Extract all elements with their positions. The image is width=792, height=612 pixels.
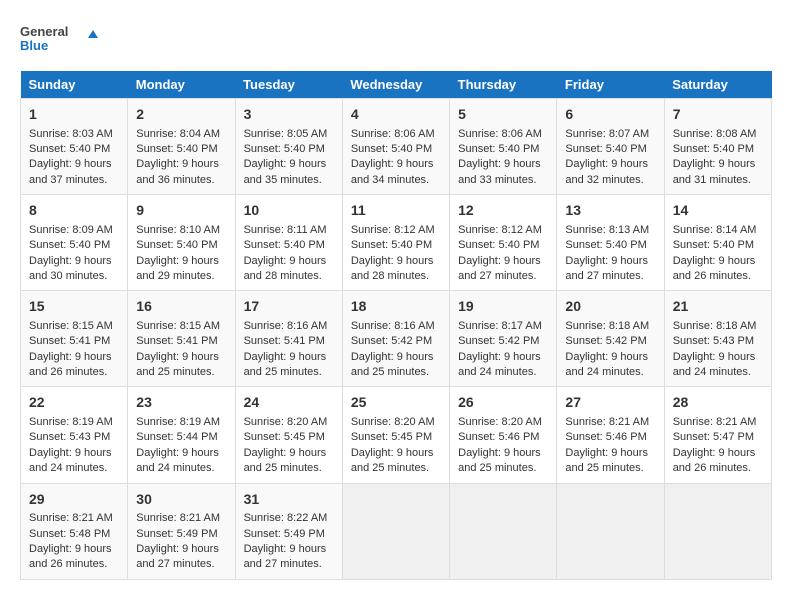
logo-icon: General Blue xyxy=(20,20,100,55)
day-number: 8 xyxy=(29,201,119,221)
calendar-cell: 18Sunrise: 8:16 AMSunset: 5:42 PMDayligh… xyxy=(342,291,449,387)
calendar-cell xyxy=(342,483,449,579)
calendar-cell: 17Sunrise: 8:16 AMSunset: 5:41 PMDayligh… xyxy=(235,291,342,387)
day-number: 15 xyxy=(29,297,119,317)
day-number: 29 xyxy=(29,490,119,510)
day-number: 13 xyxy=(565,201,655,221)
day-number: 9 xyxy=(136,201,226,221)
days-of-week-row: SundayMondayTuesdayWednesdayThursdayFrid… xyxy=(21,71,772,99)
calendar-cell: 30Sunrise: 8:21 AMSunset: 5:49 PMDayligh… xyxy=(128,483,235,579)
calendar-cell: 24Sunrise: 8:20 AMSunset: 5:45 PMDayligh… xyxy=(235,387,342,483)
day-number: 11 xyxy=(351,201,441,221)
calendar-header: SundayMondayTuesdayWednesdayThursdayFrid… xyxy=(21,71,772,99)
day-number: 10 xyxy=(244,201,334,221)
day-header-monday: Monday xyxy=(128,71,235,99)
day-number: 3 xyxy=(244,105,334,125)
day-number: 5 xyxy=(458,105,548,125)
page-header: General Blue General Blue xyxy=(20,20,772,55)
calendar-cell: 3Sunrise: 8:05 AMSunset: 5:40 PMDaylight… xyxy=(235,99,342,195)
calendar-cell: 29Sunrise: 8:21 AMSunset: 5:48 PMDayligh… xyxy=(21,483,128,579)
day-number: 7 xyxy=(673,105,763,125)
calendar-cell: 12Sunrise: 8:12 AMSunset: 5:40 PMDayligh… xyxy=(450,195,557,291)
calendar-cell: 26Sunrise: 8:20 AMSunset: 5:46 PMDayligh… xyxy=(450,387,557,483)
day-number: 12 xyxy=(458,201,548,221)
calendar-cell: 10Sunrise: 8:11 AMSunset: 5:40 PMDayligh… xyxy=(235,195,342,291)
calendar-week-4: 22Sunrise: 8:19 AMSunset: 5:43 PMDayligh… xyxy=(21,387,772,483)
day-number: 18 xyxy=(351,297,441,317)
calendar-cell: 13Sunrise: 8:13 AMSunset: 5:40 PMDayligh… xyxy=(557,195,664,291)
calendar-cell: 16Sunrise: 8:15 AMSunset: 5:41 PMDayligh… xyxy=(128,291,235,387)
logo: General Blue General Blue xyxy=(20,20,106,55)
calendar-cell: 14Sunrise: 8:14 AMSunset: 5:40 PMDayligh… xyxy=(664,195,771,291)
calendar-cell: 20Sunrise: 8:18 AMSunset: 5:42 PMDayligh… xyxy=(557,291,664,387)
calendar-cell: 28Sunrise: 8:21 AMSunset: 5:47 PMDayligh… xyxy=(664,387,771,483)
day-number: 30 xyxy=(136,490,226,510)
calendar-cell: 31Sunrise: 8:22 AMSunset: 5:49 PMDayligh… xyxy=(235,483,342,579)
calendar-cell: 7Sunrise: 8:08 AMSunset: 5:40 PMDaylight… xyxy=(664,99,771,195)
svg-text:Blue: Blue xyxy=(20,38,48,53)
calendar-week-3: 15Sunrise: 8:15 AMSunset: 5:41 PMDayligh… xyxy=(21,291,772,387)
calendar-cell: 11Sunrise: 8:12 AMSunset: 5:40 PMDayligh… xyxy=(342,195,449,291)
day-number: 25 xyxy=(351,393,441,413)
calendar-week-1: 1Sunrise: 8:03 AMSunset: 5:40 PMDaylight… xyxy=(21,99,772,195)
calendar-cell: 1Sunrise: 8:03 AMSunset: 5:40 PMDaylight… xyxy=(21,99,128,195)
day-number: 4 xyxy=(351,105,441,125)
calendar-cell xyxy=(557,483,664,579)
calendar-cell: 21Sunrise: 8:18 AMSunset: 5:43 PMDayligh… xyxy=(664,291,771,387)
day-number: 20 xyxy=(565,297,655,317)
day-number: 31 xyxy=(244,490,334,510)
day-header-saturday: Saturday xyxy=(664,71,771,99)
day-number: 21 xyxy=(673,297,763,317)
calendar-cell xyxy=(450,483,557,579)
calendar-cell: 8Sunrise: 8:09 AMSunset: 5:40 PMDaylight… xyxy=(21,195,128,291)
day-number: 23 xyxy=(136,393,226,413)
day-header-thursday: Thursday xyxy=(450,71,557,99)
calendar-table: SundayMondayTuesdayWednesdayThursdayFrid… xyxy=(20,71,772,580)
calendar-cell: 25Sunrise: 8:20 AMSunset: 5:45 PMDayligh… xyxy=(342,387,449,483)
day-number: 6 xyxy=(565,105,655,125)
day-header-sunday: Sunday xyxy=(21,71,128,99)
calendar-cell: 2Sunrise: 8:04 AMSunset: 5:40 PMDaylight… xyxy=(128,99,235,195)
day-number: 22 xyxy=(29,393,119,413)
day-number: 27 xyxy=(565,393,655,413)
day-number: 26 xyxy=(458,393,548,413)
day-number: 24 xyxy=(244,393,334,413)
svg-text:General: General xyxy=(20,24,68,39)
day-number: 14 xyxy=(673,201,763,221)
day-number: 1 xyxy=(29,105,119,125)
day-header-wednesday: Wednesday xyxy=(342,71,449,99)
calendar-cell: 6Sunrise: 8:07 AMSunset: 5:40 PMDaylight… xyxy=(557,99,664,195)
calendar-cell: 27Sunrise: 8:21 AMSunset: 5:46 PMDayligh… xyxy=(557,387,664,483)
calendar-cell: 5Sunrise: 8:06 AMSunset: 5:40 PMDaylight… xyxy=(450,99,557,195)
calendar-body: 1Sunrise: 8:03 AMSunset: 5:40 PMDaylight… xyxy=(21,99,772,580)
day-number: 19 xyxy=(458,297,548,317)
calendar-cell: 19Sunrise: 8:17 AMSunset: 5:42 PMDayligh… xyxy=(450,291,557,387)
calendar-cell: 22Sunrise: 8:19 AMSunset: 5:43 PMDayligh… xyxy=(21,387,128,483)
day-number: 28 xyxy=(673,393,763,413)
calendar-week-5: 29Sunrise: 8:21 AMSunset: 5:48 PMDayligh… xyxy=(21,483,772,579)
day-header-tuesday: Tuesday xyxy=(235,71,342,99)
calendar-cell: 4Sunrise: 8:06 AMSunset: 5:40 PMDaylight… xyxy=(342,99,449,195)
calendar-cell: 23Sunrise: 8:19 AMSunset: 5:44 PMDayligh… xyxy=(128,387,235,483)
day-number: 2 xyxy=(136,105,226,125)
day-number: 17 xyxy=(244,297,334,317)
calendar-cell: 9Sunrise: 8:10 AMSunset: 5:40 PMDaylight… xyxy=(128,195,235,291)
day-number: 16 xyxy=(136,297,226,317)
calendar-cell xyxy=(664,483,771,579)
calendar-week-2: 8Sunrise: 8:09 AMSunset: 5:40 PMDaylight… xyxy=(21,195,772,291)
calendar-cell: 15Sunrise: 8:15 AMSunset: 5:41 PMDayligh… xyxy=(21,291,128,387)
day-header-friday: Friday xyxy=(557,71,664,99)
